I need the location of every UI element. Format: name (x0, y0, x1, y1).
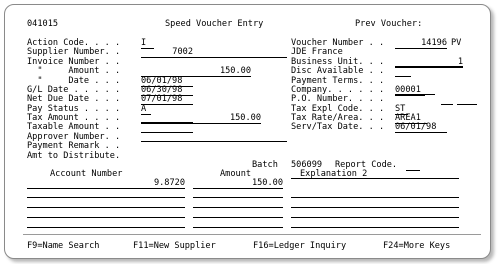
approver-number-field[interactable] (141, 132, 193, 133)
screen-id: 041015 (27, 19, 59, 29)
supplier-number-label: Supplier Number. . (27, 47, 121, 57)
grid-account-number-cell[interactable]: 9.8720 (27, 178, 185, 189)
prev-voucher-label: Prev Voucher: (355, 19, 423, 29)
function-key-divider (23, 234, 481, 235)
f24-more-keys-key[interactable]: F24=More Keys (383, 241, 450, 251)
po-number-company-field[interactable] (457, 104, 477, 105)
invoice-amount-label: " Amount . . (27, 66, 121, 76)
taxable-amount-field[interactable] (141, 122, 193, 123)
taxable-amount-label: Taxable Amount . . (27, 122, 121, 132)
disc-available-label: Disc Available . . (291, 66, 385, 76)
f11-new-supplier-key[interactable]: F11=New Supplier (133, 241, 216, 251)
amt-to-distribute-label: Amt to Distribute. (27, 151, 121, 161)
speed-voucher-entry-screen: 041015 Speed Voucher Entry Prev Voucher:… (4, 4, 491, 259)
net-due-date-label: Net Due Date . . . (27, 94, 121, 104)
payment-remark-field[interactable] (141, 141, 287, 142)
report-code-field[interactable] (406, 170, 420, 171)
grid-explanation-cell[interactable] (291, 178, 459, 179)
voucher-number-field[interactable]: 14196 (395, 38, 447, 49)
po-number-field[interactable] (395, 94, 435, 95)
invoice-number-field[interactable] (141, 57, 287, 58)
serv-tax-date-label: Serv/Tax Date. . . (291, 122, 385, 132)
po-number-label: P.O. Number. . . . (291, 94, 385, 104)
screen-title: Speed Voucher Entry (165, 19, 264, 29)
disc-available-field[interactable] (395, 66, 463, 67)
payment-terms-field[interactable] (395, 76, 411, 77)
payment-remark-label: Payment Remark . . (27, 141, 121, 151)
po-number-type-field[interactable] (441, 104, 453, 105)
f16-ledger-inquiry-key[interactable]: F16=Ledger Inquiry (253, 241, 346, 251)
voucher-doc-type: PV (451, 38, 462, 48)
serv-tax-date-field[interactable]: 06/01/98 (395, 122, 447, 133)
f9-name-search-key[interactable]: F9=Name Search (27, 241, 99, 251)
grid-amount-cell[interactable]: 150.00 (193, 178, 283, 189)
batch-label: Batch (252, 160, 278, 170)
supplier-name: JDE France (291, 47, 343, 57)
